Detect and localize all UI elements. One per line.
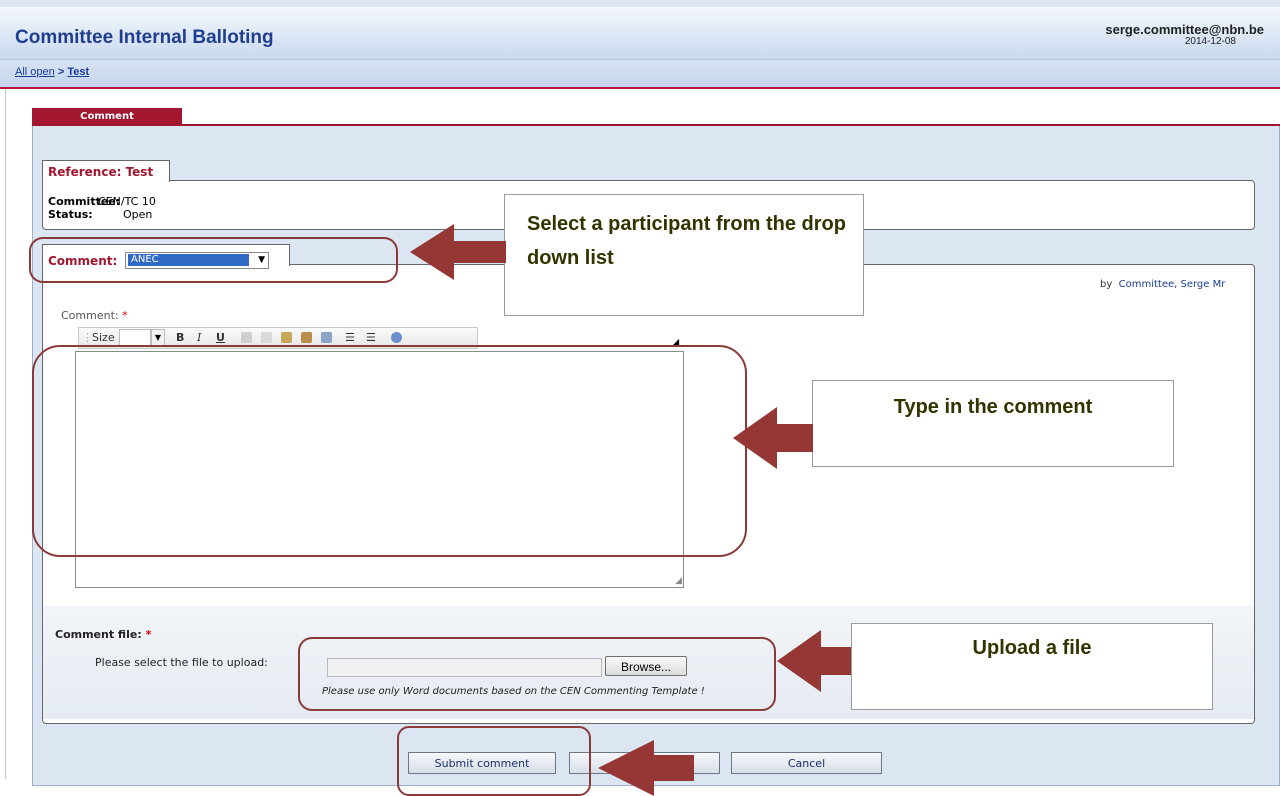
highlight-ring-participant	[29, 237, 398, 283]
breadcrumb-link-test[interactable]: Test	[67, 66, 89, 78]
current-date: 2014-12-08	[1184, 36, 1236, 47]
source-icon[interactable]	[391, 332, 402, 343]
committee-row: Committee:CEN/TC 10	[48, 195, 156, 208]
copy-icon[interactable]	[261, 332, 272, 343]
status-value: Open	[123, 208, 153, 221]
user-email: serge.committee@nbn.be	[1105, 22, 1264, 37]
callout-upload-file: Upload a file	[851, 623, 1213, 710]
highlight-ring-submit	[397, 726, 591, 796]
arrow-left-icon	[733, 407, 813, 469]
underline-button[interactable]: U	[216, 331, 225, 344]
file-prompt: Please select the file to upload:	[95, 656, 268, 669]
author-prefix: by	[1100, 279, 1113, 290]
arrow-left-icon	[410, 224, 506, 280]
reference-label: Reference: Test	[48, 165, 154, 179]
bullet-list-icon[interactable]: ☰	[366, 331, 376, 344]
required-marker: *	[122, 309, 128, 322]
numbered-list-icon[interactable]: ☰	[345, 331, 355, 344]
arrow-left-icon	[598, 740, 694, 796]
resize-grip-icon[interactable]: ◢	[675, 576, 682, 586]
highlight-ring-upload	[298, 637, 776, 711]
status-row: Status: Open	[48, 208, 152, 221]
cut-icon[interactable]	[241, 332, 252, 343]
arrow-left-icon	[777, 630, 851, 692]
tab-comment[interactable]: Comment	[32, 108, 182, 125]
toolbar-size-label: Size	[92, 331, 115, 344]
committee-value: CEN/TC 10	[98, 195, 156, 208]
left-divider	[5, 89, 6, 779]
file-required-marker: *	[145, 628, 152, 641]
breadcrumb: All open > Test	[15, 66, 89, 78]
browser-toolbar-strip	[0, 0, 1280, 7]
bold-button[interactable]: B	[176, 331, 184, 344]
app-title: Committee Internal Balloting	[15, 27, 274, 48]
breadcrumb-link-all-open[interactable]: All open	[15, 66, 55, 78]
status-label: Status:	[48, 208, 93, 221]
italic-button[interactable]: I	[197, 331, 201, 344]
paste-word-icon[interactable]	[321, 332, 332, 343]
comment-file-label: Comment file: *	[55, 628, 151, 641]
cancel-button[interactable]: Cancel	[731, 752, 882, 774]
paste-text-icon[interactable]	[301, 332, 312, 343]
breadcrumb-separator: >	[57, 66, 65, 78]
breadcrumb-bar	[0, 60, 1280, 89]
author-name: Committee, Serge Mr	[1118, 279, 1226, 290]
breadcrumb-current[interactable]: Test	[67, 66, 89, 78]
tab-underline	[32, 124, 1280, 126]
highlight-ring-editor	[32, 345, 747, 557]
paste-icon[interactable]	[281, 332, 292, 343]
callout-type-comment: Type in the comment	[812, 380, 1174, 467]
comment-field-text: Comment:	[61, 309, 119, 322]
committee-label: Committee:	[48, 195, 121, 208]
comment-file-text: Comment file:	[55, 628, 142, 641]
callout-select-participant: Select a participant from the drop down …	[504, 194, 864, 316]
author-line: by Committee, Serge Mr	[1100, 279, 1225, 290]
comment-field-label: Comment: *	[61, 309, 128, 322]
